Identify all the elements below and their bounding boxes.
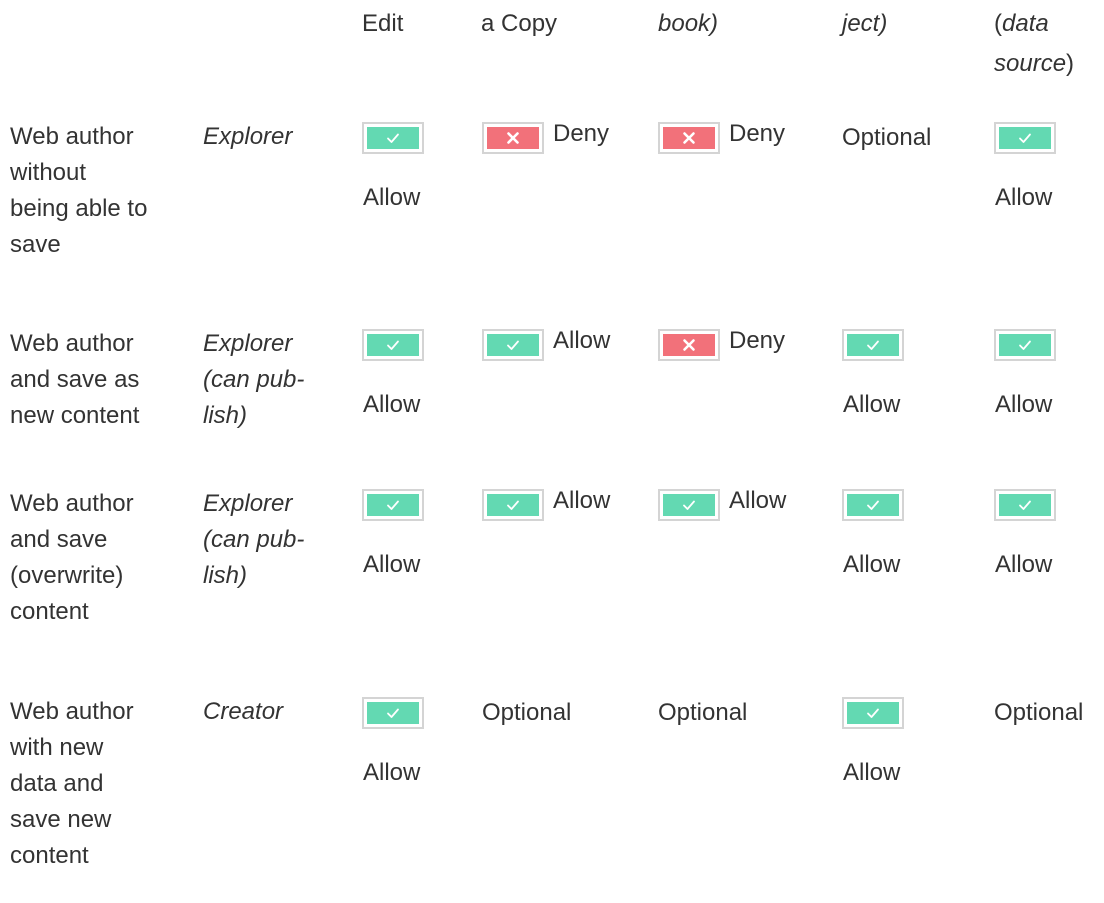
permission-optional-label: Optional	[482, 699, 572, 726]
role-line: Creator	[203, 698, 284, 725]
allow-badge	[994, 329, 1056, 361]
allow-label: Allow	[363, 551, 421, 578]
permission-optional-label: Optional	[658, 699, 748, 726]
check-icon	[505, 497, 521, 513]
allow-label: Allow	[553, 487, 611, 514]
allow-badge	[362, 329, 424, 361]
allow-label: Allow	[363, 759, 421, 786]
check-icon	[1017, 337, 1033, 353]
allow-badge	[482, 489, 544, 521]
task-line: save	[10, 231, 61, 258]
task-line: Web author	[10, 123, 134, 150]
allow-label: Allow	[729, 487, 787, 514]
check-icon	[385, 497, 401, 513]
role-line: Explorer	[203, 330, 293, 357]
check-icon	[385, 130, 401, 146]
allow-badge	[658, 489, 720, 521]
check-icon	[865, 705, 881, 721]
allow-label: Allow	[995, 551, 1053, 578]
task-line: save new	[10, 806, 112, 833]
task-line: and save as	[10, 366, 140, 393]
column-header-edit: Edit	[362, 10, 404, 37]
task-description: Web author with new data and save new conten…	[10, 694, 134, 874]
column-header-project: ject)	[842, 10, 888, 37]
role-line: (can pub-	[203, 526, 305, 553]
site-role: Explorer (can pub-lish)	[203, 486, 304, 594]
deny-badge	[482, 122, 544, 154]
x-icon	[681, 337, 697, 353]
site-role: Explorer	[203, 119, 292, 155]
task-line: data and	[10, 770, 104, 797]
task-description: Web author without being able to save	[10, 119, 147, 263]
allow-badge	[994, 122, 1056, 154]
check-icon	[1017, 497, 1033, 513]
check-icon	[681, 497, 697, 513]
task-line: without	[10, 159, 87, 186]
permission-optional-label: Optional	[842, 124, 932, 151]
allow-label: Allow	[995, 184, 1053, 211]
task-line: being able to	[10, 195, 148, 222]
allow-badge	[842, 489, 904, 521]
column-header-data-source: (data source)	[994, 10, 1075, 77]
column-header-workbook: book)	[658, 10, 719, 37]
allow-label: Allow	[553, 327, 611, 354]
task-line: (overwrite)	[10, 562, 124, 589]
allow-badge	[362, 489, 424, 521]
x-icon	[681, 130, 697, 146]
allow-label: Allow	[843, 551, 901, 578]
deny-badge	[658, 329, 720, 361]
allow-badge	[362, 697, 424, 729]
role-line: Explorer	[203, 123, 293, 150]
deny-label: Deny	[729, 327, 786, 354]
task-line: Web author	[10, 330, 134, 357]
check-icon	[1017, 130, 1033, 146]
role-line: (can pub-	[203, 366, 305, 393]
allow-label: Allow	[995, 391, 1053, 418]
allow-badge	[362, 122, 424, 154]
allow-badge	[842, 697, 904, 729]
allow-label: Allow	[843, 759, 901, 786]
site-role: Explorer (can pub-lish)	[203, 326, 304, 434]
task-line: content	[10, 598, 89, 625]
deny-badge	[658, 122, 720, 154]
role-line: lish)	[203, 562, 248, 589]
check-icon	[385, 705, 401, 721]
role-line: Explorer	[203, 490, 293, 517]
allow-badge	[994, 489, 1056, 521]
task-description: Web author and save (overwrite) content	[10, 486, 134, 630]
column-header-save-copy: a Copy	[481, 10, 558, 37]
allow-label: Allow	[363, 184, 421, 211]
role-line: lish)	[203, 402, 248, 429]
allow-badge	[842, 329, 904, 361]
deny-label: Deny	[553, 120, 610, 147]
task-line: Web author	[10, 490, 134, 517]
site-role: Creator	[203, 694, 283, 730]
check-icon	[865, 497, 881, 513]
task-line: and save	[10, 526, 108, 553]
check-icon	[385, 337, 401, 353]
task-line: content	[10, 842, 89, 869]
x-icon	[505, 130, 521, 146]
task-line: new content	[10, 402, 140, 429]
task-line: with new	[10, 734, 104, 761]
check-icon	[505, 337, 521, 353]
permission-optional-label: Optional	[994, 699, 1084, 726]
allow-label: Allow	[363, 391, 421, 418]
allow-label: Allow	[843, 391, 901, 418]
check-icon	[865, 337, 881, 353]
deny-label: Deny	[729, 120, 786, 147]
task-line: Web author	[10, 698, 134, 725]
allow-badge	[482, 329, 544, 361]
task-description: Web author and save as new content	[10, 326, 139, 434]
